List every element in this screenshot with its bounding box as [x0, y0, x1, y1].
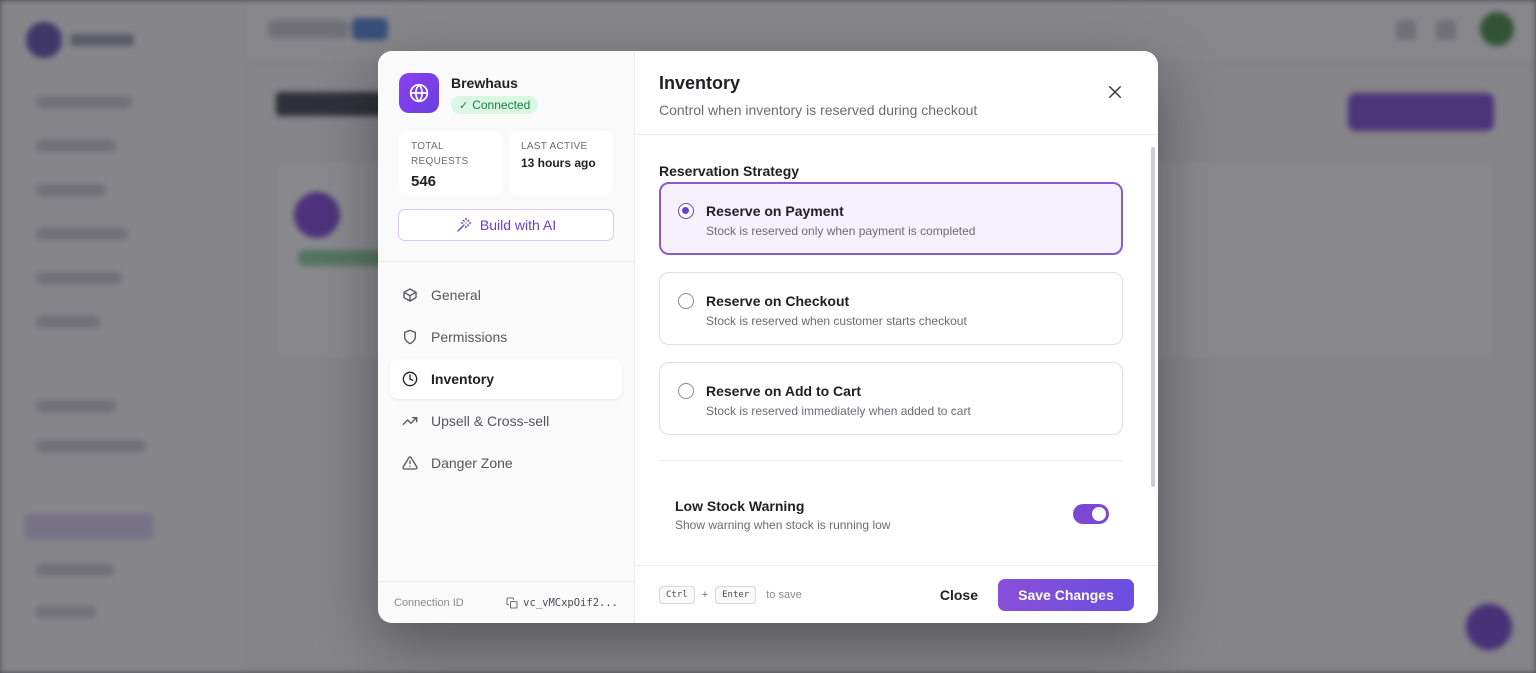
- scrollbar[interactable]: [1151, 147, 1155, 487]
- option-reserve-on-add-to-cart[interactable]: Reserve on Add to Cart Stock is reserved…: [659, 362, 1123, 435]
- nav-item-upsell[interactable]: Upsell & Cross-sell: [390, 401, 622, 441]
- nav-item-danger-zone[interactable]: Danger Zone: [390, 443, 622, 483]
- kbd-plus: +: [701, 588, 709, 601]
- kbd-ctrl: Ctrl: [659, 585, 695, 604]
- copy-icon: [506, 597, 518, 608]
- globe-icon: [399, 73, 439, 113]
- nav-item-general[interactable]: General: [390, 275, 622, 315]
- app-name: Brewhaus: [451, 75, 518, 91]
- magic-wand-icon: [457, 217, 472, 232]
- radio-button[interactable]: [678, 383, 694, 399]
- check-icon: ✓: [459, 99, 469, 112]
- settings-modal: Brewhaus ✓ Connected TOTAL REQUESTS 546 …: [378, 51, 1158, 623]
- stats-panel: TOTAL REQUESTS 546 LAST ACTIVE 13 hours …: [399, 131, 613, 195]
- settings-nav: General Permissions Inventory Upsell & C…: [390, 275, 622, 485]
- trending-up-icon: [402, 417, 418, 425]
- warning-icon: [402, 456, 418, 470]
- app-header: Brewhaus ✓ Connected: [399, 73, 539, 114]
- nav-item-label: Permissions: [431, 329, 508, 345]
- low-stock-warning-row: Low Stock Warning Show warning when stoc…: [675, 498, 1109, 532]
- stat-total-requests: TOTAL REQUESTS 546: [399, 131, 503, 195]
- modal-sidebar: Brewhaus ✓ Connected TOTAL REQUESTS 546 …: [378, 51, 635, 623]
- nav-item-label: Inventory: [431, 371, 495, 387]
- modal-footer: Ctrl + Enter to save Close Save Changes: [635, 565, 1158, 623]
- nav-item-label: Danger Zone: [431, 455, 513, 471]
- modal-content: Inventory Control when inventory is rese…: [635, 51, 1158, 623]
- shield-icon: [404, 329, 416, 345]
- low-stock-warning-title: Low Stock Warning: [675, 498, 805, 514]
- low-stock-warning-description: Show warning when stock is running low: [675, 518, 891, 532]
- nav-item-inventory[interactable]: Inventory: [390, 359, 622, 399]
- divider: [378, 261, 634, 262]
- status-badge-label: Connected: [472, 98, 531, 112]
- close-icon[interactable]: [1106, 83, 1124, 101]
- option-title: Reserve on Add to Cart: [706, 383, 862, 399]
- stat-value: 546: [411, 173, 437, 190]
- stat-last-active: LAST ACTIVE 13 hours ago: [509, 131, 613, 195]
- option-title: Reserve on Checkout: [706, 293, 850, 309]
- nav-item-permissions[interactable]: Permissions: [390, 317, 622, 357]
- low-stock-warning-toggle[interactable]: [1073, 504, 1109, 524]
- divider: [635, 134, 1158, 135]
- stat-label: LAST ACTIVE: [521, 141, 588, 152]
- kbd-enter: Enter: [715, 585, 757, 604]
- nav-item-label: General: [431, 287, 481, 303]
- option-reserve-on-payment[interactable]: Reserve on Payment Stock is reserved onl…: [659, 182, 1123, 255]
- panel-header: Inventory Control when inventory is rese…: [659, 73, 977, 118]
- connection-footer: Connection ID vc_vMCxpOif2...: [378, 581, 634, 623]
- nav-item-label: Upsell & Cross-sell: [431, 413, 550, 429]
- option-description: Stock is reserved immediately when added…: [706, 404, 971, 418]
- radio-button[interactable]: [678, 293, 694, 309]
- build-with-ai-button[interactable]: Build with AI: [398, 209, 614, 241]
- divider: [659, 460, 1123, 461]
- stat-value: 13 hours ago: [521, 156, 596, 170]
- clock-icon: [402, 371, 418, 387]
- save-changes-button[interactable]: Save Changes: [998, 578, 1134, 611]
- app-meta: Brewhaus ✓ Connected: [451, 73, 539, 114]
- close-button[interactable]: Close: [940, 587, 978, 603]
- connection-id-label: Connection ID: [394, 596, 464, 609]
- panel-subtitle: Control when inventory is reserved durin…: [659, 102, 978, 118]
- box-icon: [403, 288, 417, 302]
- build-with-ai-label: Build with AI: [479, 217, 557, 233]
- save-hint: to save: [766, 588, 802, 601]
- status-badge: ✓ Connected: [451, 96, 539, 114]
- option-description: Stock is reserved when customer starts c…: [706, 314, 967, 328]
- connection-id-copy[interactable]: vc_vMCxpOif2...: [506, 597, 618, 609]
- connection-id-value: vc_vMCxpOif2...: [523, 596, 618, 609]
- radio-button[interactable]: [678, 203, 694, 219]
- option-title: Reserve on Payment: [706, 203, 844, 219]
- option-description: Stock is reserved only when payment is c…: [706, 224, 976, 238]
- reservation-strategy-label: Reservation Strategy: [659, 163, 800, 179]
- option-reserve-on-checkout[interactable]: Reserve on Checkout Stock is reserved wh…: [659, 272, 1123, 345]
- stat-label: TOTAL REQUESTS: [411, 141, 469, 167]
- panel-title: Inventory: [659, 73, 741, 93]
